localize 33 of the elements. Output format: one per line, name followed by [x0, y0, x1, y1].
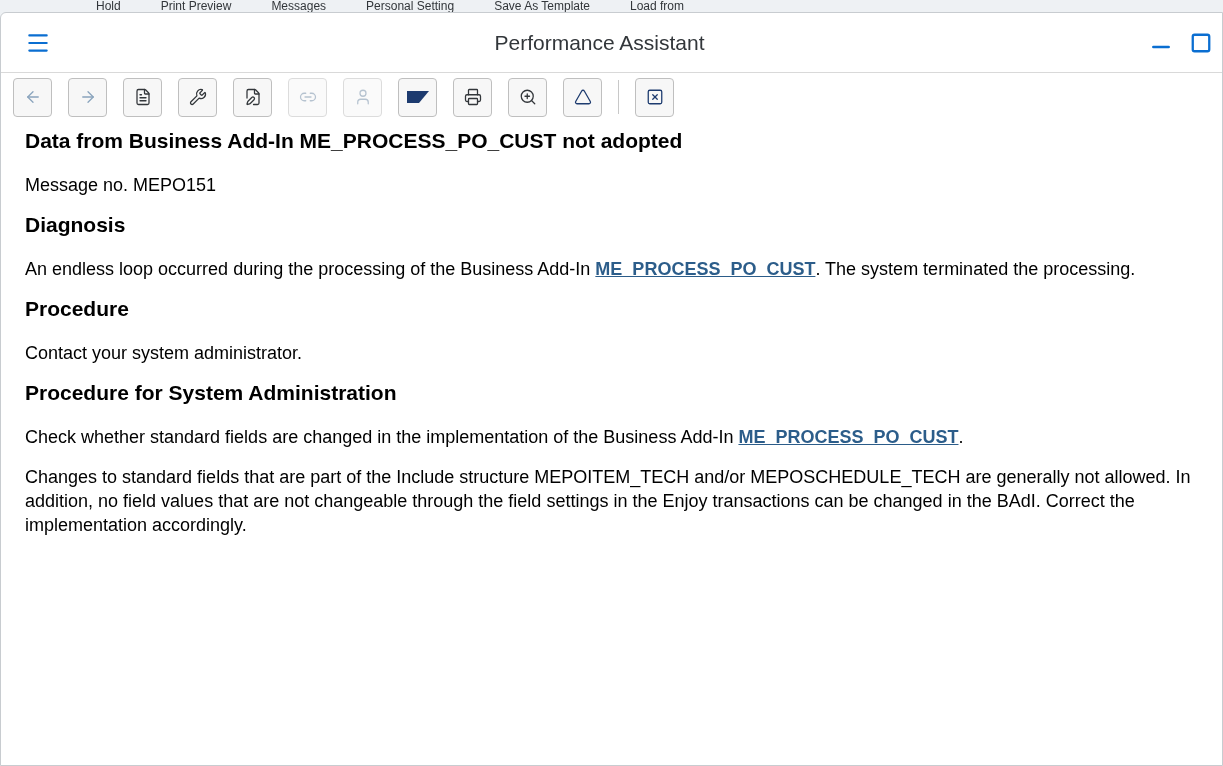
toolbar-button[interactable] — [178, 77, 217, 117]
toolbar-button[interactable] — [563, 77, 602, 117]
background-toolbar-label[interactable]: Save As Template — [494, 0, 590, 12]
paragraph-text: Message no. MEPO151 — [25, 174, 218, 197]
background-toolbar-label[interactable]: Personal Setting — [366, 0, 455, 12]
background-toolbar-label[interactable]: Load from — [630, 0, 684, 12]
print-icon — [463, 88, 482, 106]
paragraph-text: Check whether standard fields are changed in the implementation of the Business Add-In ME_PROCESS_PO_CUST. — [25, 426, 965, 449]
document-icon — [133, 88, 152, 106]
paragraph-text: Changes to standard fields that are part of the Include structure MEPOITEM_TECH and/or MEPOSCHEDULE_TECH are generally not allowed. In addition, no field values that are not changeable through the field settings in the Enjoy transactions can be changed in the BAdI. Correct the implementation accordingly. — [25, 466, 1192, 537]
section-heading: Procedure — [25, 297, 130, 321]
paragraph-text: Contact your system administrator. — [25, 342, 304, 365]
toolbar-button[interactable] — [233, 77, 272, 117]
message-title: Data from Business Add-In ME_PROCESS_PO_CUST not adopted — [25, 129, 684, 153]
toolbar-button[interactable] — [635, 77, 674, 117]
toolbar-button[interactable] — [123, 77, 162, 117]
background-toolbar-label[interactable]: Print Preview — [160, 0, 232, 12]
section-heading: Procedure for System Administration — [25, 381, 398, 405]
background-toolbar-label[interactable]: Messages — [271, 0, 327, 12]
badi-link[interactable]: ME_PROCESS_PO_CUST — [738, 427, 959, 447]
toolbar-button[interactable] — [453, 77, 492, 117]
background-toolbar-label[interactable]: Hold — [96, 0, 121, 12]
section-heading: Diagnosis — [25, 213, 127, 237]
toolbar-button[interactable] — [398, 77, 437, 117]
paragraph-text: An endless loop occurred during the processing of the Business Add-In ME_PROCESS_PO_CUST. The system terminated the processing. — [25, 258, 1137, 281]
wrench-icon — [188, 88, 207, 106]
maximize-icon[interactable] — [1190, 31, 1212, 54]
window-title: Performance Assistant — [494, 29, 705, 56]
toolbar-button[interactable] — [508, 77, 547, 117]
edit-document-icon — [243, 88, 262, 106]
close-icon — [645, 88, 664, 106]
zoom-in-icon — [518, 88, 537, 106]
badi-link[interactable]: ME_PROCESS_PO_CUST — [595, 259, 816, 279]
